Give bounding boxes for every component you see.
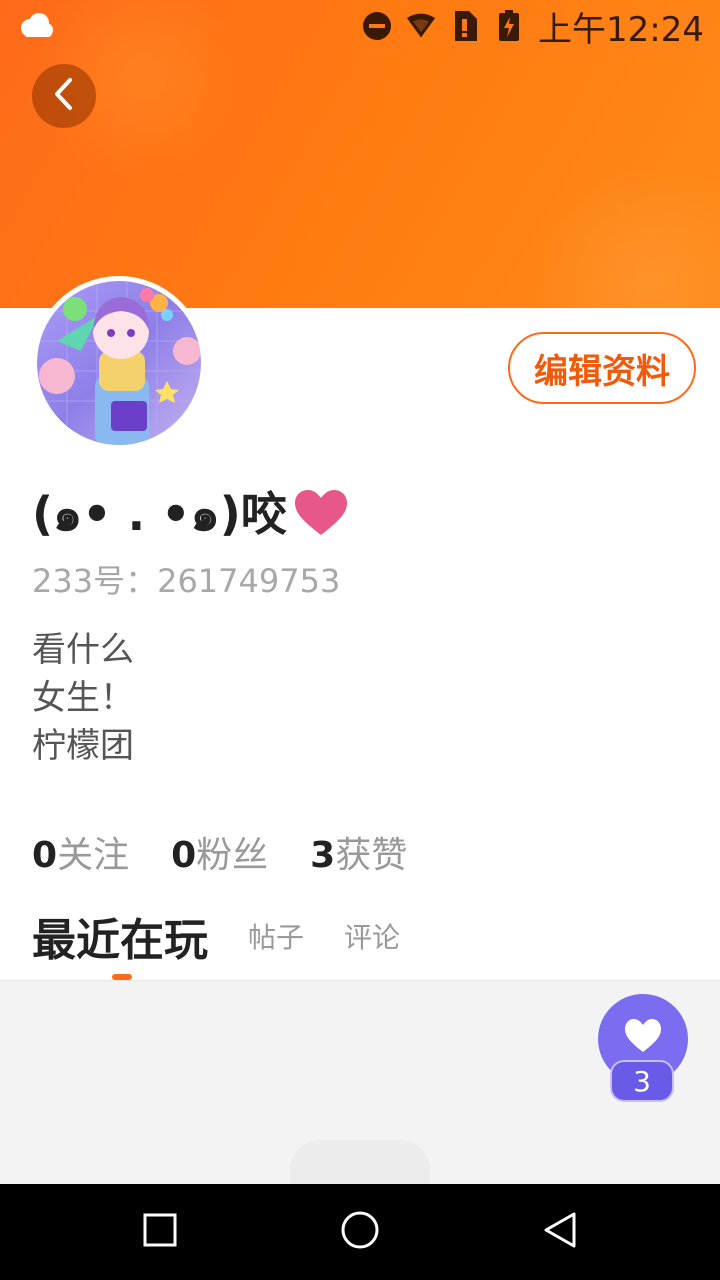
tab-comments[interactable]: 评论 bbox=[344, 916, 400, 956]
avatar-image bbox=[37, 281, 201, 445]
system-nav-bar bbox=[0, 1184, 720, 1280]
stat-label: 粉丝 bbox=[196, 835, 269, 876]
username: (๑• . •๑)咬 bbox=[32, 484, 349, 544]
stat-followers[interactable]: 0粉丝 bbox=[171, 826, 268, 878]
bio: 看什么 女生！ 柠檬团 bbox=[32, 626, 134, 770]
battery-charging-icon bbox=[494, 10, 524, 41]
stat-following[interactable]: 0关注 bbox=[32, 826, 129, 878]
stat-number: 0 bbox=[32, 835, 58, 876]
stat-likes[interactable]: 3获赞 bbox=[310, 826, 407, 878]
edit-profile-button[interactable]: 编辑资料 bbox=[508, 332, 696, 404]
sim-alert-icon bbox=[450, 11, 480, 41]
triangle-back-icon bbox=[542, 1211, 578, 1253]
wifi-icon bbox=[406, 11, 436, 41]
bio-line: 女生！ bbox=[32, 678, 134, 718]
banner-glow bbox=[520, 170, 720, 308]
stat-label: 获赞 bbox=[335, 835, 408, 876]
like-count-badge: 3 bbox=[610, 1060, 674, 1102]
circle-icon bbox=[340, 1210, 380, 1254]
system-back-button[interactable] bbox=[536, 1208, 584, 1256]
username-text: (๑• . •๑)咬 bbox=[32, 486, 287, 541]
chevron-left-icon bbox=[50, 76, 78, 116]
tab-recently-played[interactable]: 最近在玩 bbox=[32, 904, 208, 968]
profile-tabs: 最近在玩 帖子 评论 bbox=[32, 900, 400, 972]
profile-stats: 0关注 0粉丝 3获赞 bbox=[32, 826, 407, 878]
user-id: 233号：261749753 bbox=[32, 562, 341, 600]
home-button[interactable] bbox=[336, 1208, 384, 1256]
stat-number: 3 bbox=[310, 835, 336, 876]
stat-number: 0 bbox=[171, 835, 197, 876]
heart-emoji-icon bbox=[293, 489, 349, 539]
do-not-disturb-icon bbox=[362, 11, 392, 41]
status-bar: 上午12:24 bbox=[0, 0, 720, 52]
back-button[interactable] bbox=[32, 64, 96, 128]
square-icon bbox=[143, 1213, 177, 1251]
status-time: 上午12:24 bbox=[538, 9, 704, 50]
avatar[interactable] bbox=[32, 276, 206, 450]
stat-label: 关注 bbox=[57, 835, 130, 876]
bio-line: 柠檬团 bbox=[32, 726, 134, 766]
tab-posts[interactable]: 帖子 bbox=[248, 916, 304, 956]
heart-icon bbox=[623, 1018, 663, 1058]
weather-cloud-icon bbox=[16, 10, 56, 40]
bio-line: 看什么 bbox=[32, 630, 134, 670]
recent-apps-button[interactable] bbox=[136, 1208, 184, 1256]
